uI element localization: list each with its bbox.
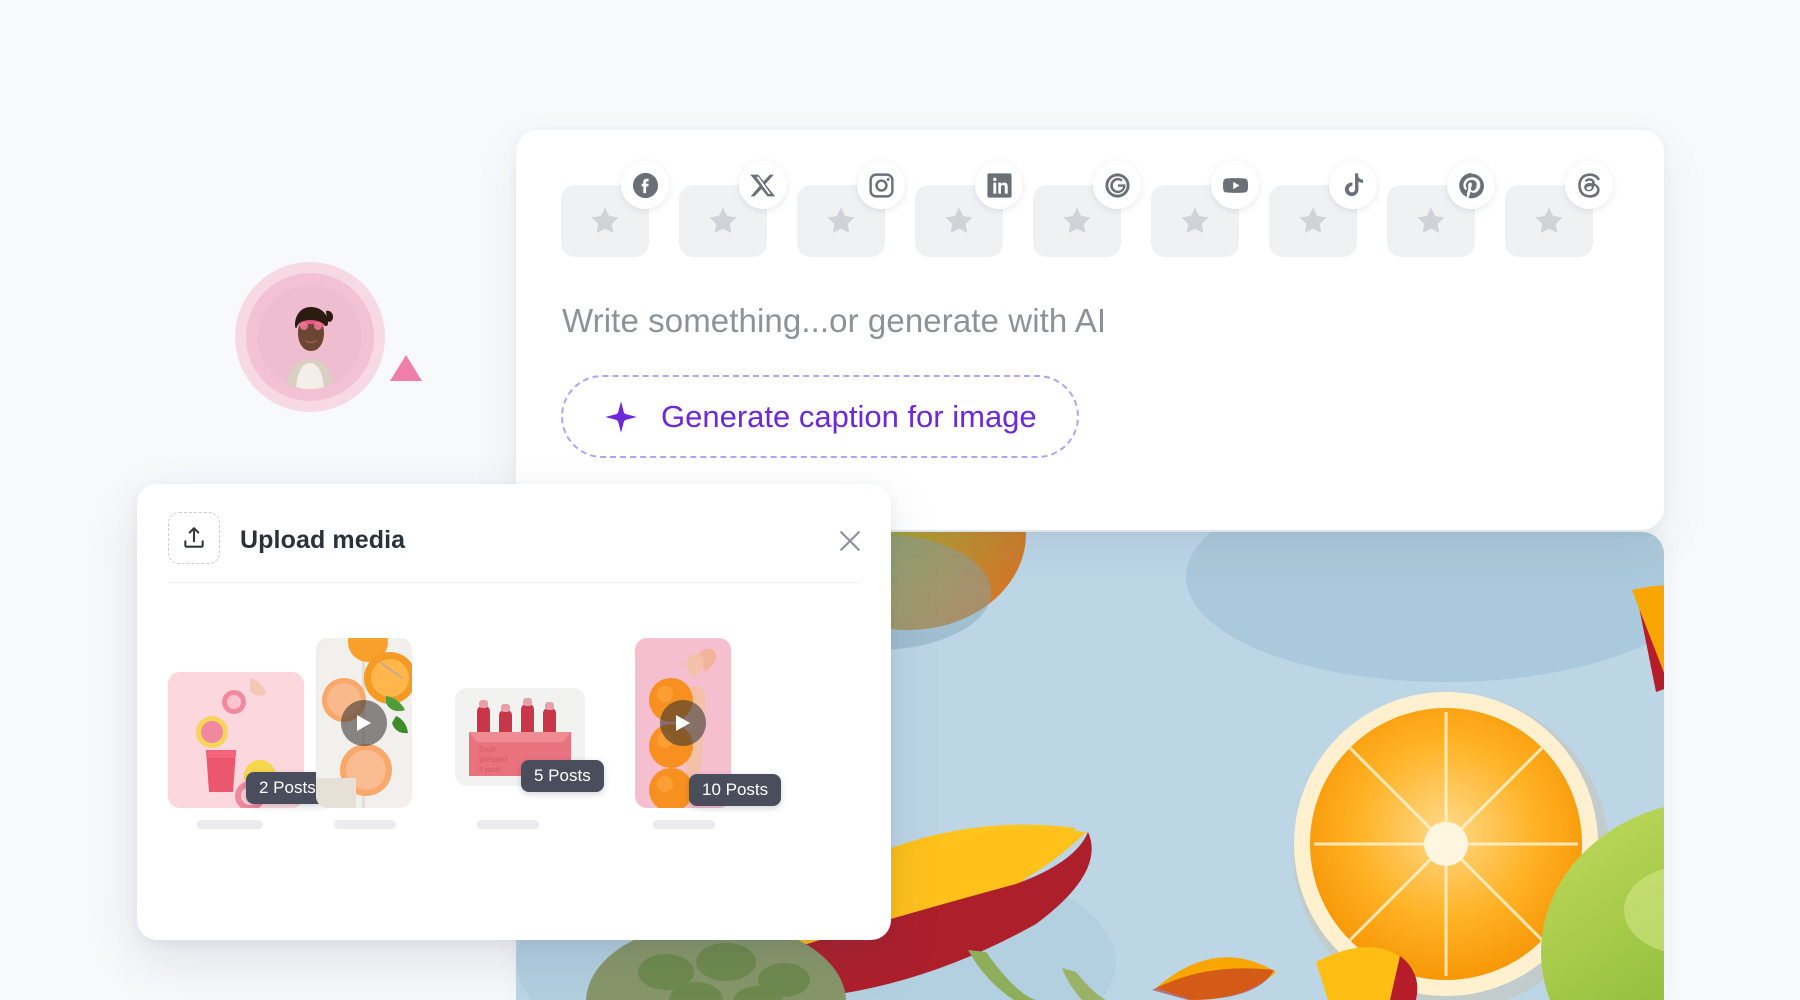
channel-selector-row (561, 161, 1613, 257)
upload-icon (184, 527, 204, 548)
channel-tile-x[interactable] (679, 161, 787, 257)
channel-tile-instagram[interactable] (797, 161, 905, 257)
generate-caption-label: Generate caption for image (661, 398, 1037, 434)
channel-tile-facebook[interactable] (561, 161, 669, 257)
channel-tile-google-business[interactable] (1033, 161, 1141, 257)
generate-caption-button[interactable]: Generate caption for image (561, 375, 1079, 458)
thumbnail-label-placeholder (653, 820, 715, 829)
upload-panel-title: Upload media (240, 526, 406, 554)
avatar-photo (258, 285, 362, 389)
tiktok-icon (1329, 161, 1377, 209)
svg-text:6 pack: 6 pack (479, 767, 500, 774)
channel-tile-youtube[interactable] (1151, 161, 1259, 257)
instagram-icon (857, 161, 905, 209)
thumbnail-label-placeholder (477, 820, 539, 829)
google-icon (1093, 161, 1141, 209)
upload-media-panel: Upload media 2 Posts fresh pressed 6 pac… (137, 484, 891, 940)
panel-divider (168, 582, 860, 583)
post-composer-card: Write something...or generate with AI Ge… (516, 130, 1664, 530)
star-icon (827, 207, 855, 234)
pinterest-icon (1447, 161, 1495, 209)
star-icon (945, 207, 973, 234)
list-item[interactable]: 2 Posts (168, 672, 329, 829)
list-item[interactable] (316, 638, 412, 829)
star-icon (709, 207, 737, 234)
close-icon (840, 531, 860, 551)
app-canvas: Write something...or generate with AI Ge… (0, 0, 1800, 1000)
x-icon (739, 161, 787, 209)
svg-text:pressed: pressed (479, 755, 507, 764)
star-icon (1181, 207, 1209, 234)
star-icon (1535, 207, 1563, 234)
play-icon (357, 715, 371, 731)
post-count-badge: 5 Posts (521, 760, 604, 792)
linkedin-icon (975, 161, 1023, 209)
star-icon (591, 207, 619, 234)
list-item[interactable]: fresh pressed 6 pack 5 Posts (455, 688, 604, 829)
threads-icon (1565, 161, 1613, 209)
star-icon (1299, 207, 1327, 234)
star-icon (1417, 207, 1445, 234)
cursor-pointer-icon (390, 355, 422, 381)
channel-tile-tiktok[interactable] (1269, 161, 1377, 257)
close-button[interactable] (835, 526, 865, 556)
play-button[interactable] (660, 700, 706, 746)
composer-placeholder-text[interactable]: Write something...or generate with AI (562, 302, 1106, 340)
channel-tile-pinterest[interactable] (1387, 161, 1495, 257)
channel-tile-linkedin[interactable] (915, 161, 1023, 257)
thumbnail-label-placeholder (197, 820, 263, 829)
channel-tile-threads[interactable] (1505, 161, 1613, 257)
thumbnail-label-placeholder (334, 820, 396, 829)
sparkle-icon (605, 400, 637, 433)
youtube-icon (1211, 161, 1259, 209)
svg-text:fresh: fresh (479, 745, 497, 754)
user-avatar[interactable] (235, 262, 422, 412)
star-icon (1063, 207, 1091, 234)
upload-icon-box[interactable] (168, 512, 220, 564)
media-thumbnail-list: 2 Posts fresh pressed 6 pack 5 Posts 10 … (137, 602, 891, 902)
facebook-icon (621, 161, 669, 209)
media-thumbnail[interactable] (316, 638, 412, 808)
play-icon (676, 715, 690, 731)
upload-panel-header: Upload media (137, 484, 891, 582)
post-count-badge: 10 Posts (689, 774, 782, 806)
list-item[interactable]: 10 Posts (635, 638, 782, 829)
play-button[interactable] (341, 700, 387, 746)
